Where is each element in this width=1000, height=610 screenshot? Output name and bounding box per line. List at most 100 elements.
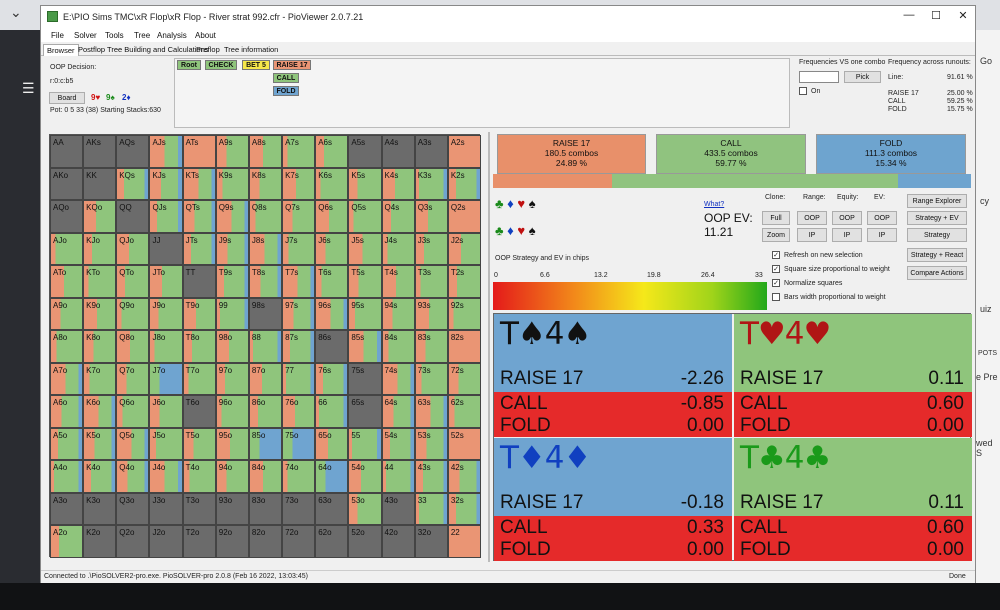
strategy-button[interactable]: Strategy (907, 228, 967, 242)
hand-cell[interactable]: AJs (149, 135, 183, 168)
hand-cell[interactable]: K9o (83, 297, 117, 331)
hand-cell[interactable]: T5s (348, 265, 382, 298)
hand-cell[interactable]: 85s (348, 330, 382, 363)
hand-cell[interactable]: J5o (149, 427, 183, 461)
hand-cell[interactable]: KQo (83, 200, 117, 233)
heart-icon[interactable]: ♥ (517, 223, 525, 238)
hand-cell[interactable]: K4s (381, 167, 415, 201)
hand-cell[interactable]: 73s (414, 362, 448, 396)
hand-cell[interactable]: 85o (248, 427, 283, 461)
menu-analysis[interactable]: Analysis (157, 31, 187, 40)
hand-cell[interactable]: 97o (215, 362, 249, 396)
hand-cell[interactable]: Q5o (116, 427, 150, 461)
hand-cell[interactable]: A4s (381, 135, 415, 168)
hand-cell[interactable]: ATo (50, 265, 84, 298)
hand-cell[interactable]: KJs (149, 167, 183, 201)
hand-cell[interactable]: 64s (381, 395, 415, 428)
hand-cell[interactable]: K3o (83, 492, 117, 526)
hand-cell[interactable]: K4o (83, 460, 117, 493)
hand-cell[interactable]: 53s (414, 427, 448, 461)
square-size-checkbox[interactable]: ✓ Square size proportional to weight (772, 265, 890, 273)
hand-cell[interactable]: J8s (248, 232, 283, 266)
hand-cell[interactable]: 96s (315, 297, 349, 331)
hand-cell[interactable]: 84s (381, 330, 415, 363)
hand-cell[interactable]: Q3s (414, 200, 448, 233)
strategy-ev-button[interactable]: Strategy + EV (907, 211, 967, 225)
hand-cell[interactable]: TT (182, 265, 216, 298)
combo-quadrant[interactable]: T♥4♥ RAISE 17 0.11 CALL 0.60 FOLD 0.00 (734, 314, 972, 437)
tree-node-root[interactable]: Root (177, 60, 201, 70)
hand-cell[interactable]: AJo (50, 232, 84, 266)
hand-cell[interactable]: 96o (215, 395, 249, 428)
hand-cell[interactable]: Q6s (315, 200, 349, 233)
hand-cell[interactable]: K6s (315, 167, 349, 201)
equity-oop-button[interactable]: OOP (832, 211, 862, 225)
ev-ip-button[interactable]: IP (867, 228, 897, 242)
hand-cell[interactable]: 93o (215, 492, 249, 526)
hand-cell[interactable]: T9s (215, 265, 249, 298)
hand-cell[interactable]: 77 (282, 362, 316, 396)
combo-quadrant[interactable]: T♦4♦ RAISE 17 -0.18 CALL 0.33 FOLD 0.00 (494, 438, 732, 561)
hand-cell[interactable]: J4s (381, 232, 415, 266)
hand-cell[interactable]: 54s (381, 427, 415, 461)
tab-postflop[interactable]: Postflop Tree Building and Calculations (75, 44, 212, 55)
equity-ip-button[interactable]: IP (832, 228, 862, 242)
hand-cell[interactable]: Q9o (116, 297, 150, 331)
tree-node-call[interactable]: CALL (273, 73, 299, 83)
tree-node-fold[interactable]: FOLD (273, 86, 299, 96)
hamburger-icon[interactable]: ☰ (22, 80, 35, 97)
summary-call[interactable]: CALL 433.5 combos 59.77 % (656, 134, 806, 174)
hand-cell[interactable]: A6s (315, 135, 349, 168)
browser-chevron-icon[interactable]: ⌄ (10, 4, 22, 21)
hand-cell[interactable]: 43s (414, 460, 448, 493)
hand-cell[interactable]: 87s (282, 330, 316, 363)
hand-cell[interactable]: 53o (348, 492, 382, 526)
hand-cell[interactable]: 83s (414, 330, 448, 363)
hand-cell[interactable]: A9o (50, 297, 84, 331)
hand-cell[interactable]: J3s (414, 232, 448, 266)
tree-node-check[interactable]: CHECK (205, 60, 237, 70)
hand-cell[interactable]: Q2o (116, 525, 150, 558)
hand-cell[interactable]: 32o (414, 525, 448, 558)
hand-cell[interactable]: 55 (348, 427, 382, 461)
hand-cell[interactable]: K2o (83, 525, 117, 558)
hand-cell[interactable]: 98s (248, 297, 283, 331)
hand-cell[interactable]: A4o (50, 460, 84, 493)
hand-cell[interactable]: 95s (348, 297, 382, 331)
diamond-icon[interactable]: ♦ (507, 196, 514, 211)
hand-cell[interactable]: AQo (50, 200, 84, 233)
hand-cell[interactable]: J5s (348, 232, 382, 266)
normalize-checkbox-box[interactable]: ✓ (772, 279, 780, 287)
menu-tree[interactable]: Tree (134, 31, 150, 40)
hand-cell[interactable]: JJ (149, 232, 183, 266)
hand-cell[interactable]: K7o (83, 362, 117, 396)
hand-cell[interactable]: J9o (149, 297, 183, 331)
hand-cell[interactable]: KTs (182, 167, 216, 201)
hand-cell[interactable]: T5o (182, 427, 216, 461)
hand-cell[interactable]: J7o (149, 362, 183, 396)
hand-cell[interactable]: 22 (447, 525, 481, 558)
hand-cell[interactable]: A5s (348, 135, 382, 168)
hand-cell[interactable]: J2o (149, 525, 183, 558)
hand-cell[interactable]: K2s (447, 167, 481, 201)
hand-cell[interactable]: T4o (182, 460, 216, 493)
hand-cell[interactable]: AKo (50, 167, 84, 201)
menu-file[interactable]: File (51, 31, 64, 40)
heart-icon[interactable]: ♥ (517, 196, 525, 211)
hand-cell[interactable]: 74o (282, 460, 316, 493)
hand-cell[interactable]: 92o (215, 525, 249, 558)
hand-cell[interactable]: 97s (282, 297, 316, 331)
club-icon[interactable]: ♣ (495, 196, 504, 211)
hand-cell[interactable]: 75s (348, 362, 382, 396)
tab-browser[interactable]: Browser (43, 44, 79, 56)
hand-cell[interactable]: 88 (248, 330, 283, 363)
hand-cell[interactable]: 86o (248, 395, 283, 428)
range-explorer-button[interactable]: Range Explorer (907, 194, 967, 208)
hand-cell[interactable]: 82o (248, 525, 283, 558)
pick-button[interactable]: Pick (844, 71, 881, 83)
combo-quadrant[interactable]: T♣4♣ RAISE 17 0.11 CALL 0.60 FOLD 0.00 (734, 438, 972, 561)
hand-cell[interactable]: T3s (414, 265, 448, 298)
hand-cell[interactable]: T9o (182, 297, 216, 331)
menu-tools[interactable]: Tools (105, 31, 124, 40)
hand-cell[interactable]: QJs (149, 200, 183, 233)
